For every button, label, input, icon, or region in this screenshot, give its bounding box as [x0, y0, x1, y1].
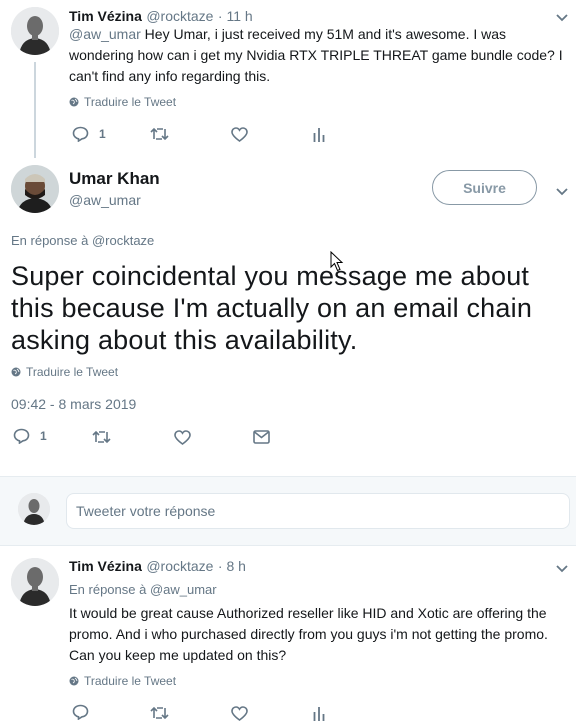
follow-button[interactable]: Suivre	[432, 170, 537, 205]
reply-button[interactable]	[72, 704, 89, 720]
reply-icon	[72, 704, 89, 720]
reply-to-link[interactable]: @rocktaze	[92, 233, 154, 248]
like-button[interactable]	[174, 430, 191, 445]
avatar-umar[interactable]	[11, 165, 59, 213]
translate-link[interactable]: Traduire le Tweet	[69, 674, 176, 688]
mention-link[interactable]: @aw_umar	[69, 26, 141, 42]
retweet-button[interactable]	[92, 430, 111, 444]
reply-icon	[13, 428, 30, 444]
retweet-icon	[150, 127, 169, 141]
reply-placeholder: Tweeter votre réponse	[76, 503, 216, 519]
avatar-tim[interactable]	[11, 558, 59, 606]
retweet-icon	[150, 706, 169, 720]
tweet-timestamp[interactable]: 09:42 - 8 mars 2019	[11, 396, 136, 412]
direct-message-button[interactable]	[253, 430, 270, 444]
tweet-header: Tim Vézina @rocktaze · 8 h	[69, 558, 246, 576]
tweet-text: @aw_umar Hey Umar, i just received my 51…	[69, 26, 563, 84]
avatar-tim[interactable]	[11, 7, 59, 55]
translate-label: Traduire le Tweet	[26, 365, 119, 379]
translate-label: Traduire le Tweet	[84, 674, 177, 688]
tweet-text: It would be great cause Authorized resel…	[69, 605, 548, 663]
chevron-down-icon[interactable]	[555, 184, 569, 202]
analytics-icon	[313, 128, 325, 142]
retweet-button[interactable]	[150, 706, 169, 720]
like-icon	[231, 706, 248, 721]
mouse-cursor-icon	[330, 250, 344, 277]
analytics-button[interactable]	[313, 706, 325, 721]
like-icon	[231, 127, 248, 142]
retweet-icon	[92, 430, 111, 444]
globe-icon	[69, 97, 79, 107]
reply-composer: Tweeter votre réponse	[0, 477, 576, 545]
like-button[interactable]	[231, 127, 248, 142]
reply-button[interactable]: 1	[13, 428, 47, 444]
like-button[interactable]	[231, 706, 248, 721]
retweet-button[interactable]	[150, 127, 169, 141]
reply-context: En réponse à @rocktaze	[11, 233, 155, 248]
reply-context: En réponse à @aw_umar	[69, 582, 217, 597]
follow-label: Suivre	[463, 179, 506, 196]
like-icon	[174, 430, 191, 445]
globe-icon	[11, 367, 21, 377]
message-icon	[253, 430, 270, 444]
author-handle[interactable]: @rocktaze	[146, 8, 213, 24]
chevron-down-icon[interactable]	[555, 561, 569, 579]
thread-line	[34, 62, 36, 158]
translate-link[interactable]: Traduire le Tweet	[69, 95, 176, 109]
author-name[interactable]: Tim Vézina	[69, 558, 142, 574]
author-name[interactable]: Umar Khan	[69, 169, 160, 189]
author-name[interactable]: Tim Vézina	[69, 8, 142, 24]
globe-icon	[69, 676, 79, 686]
divider	[0, 545, 576, 546]
analytics-icon	[313, 707, 325, 721]
analytics-button[interactable]	[313, 127, 325, 142]
reply-input[interactable]: Tweeter votre réponse	[66, 493, 570, 529]
translate-link[interactable]: Traduire le Tweet	[11, 365, 118, 379]
reply-count: 1	[40, 429, 47, 443]
translate-label: Traduire le Tweet	[84, 95, 177, 109]
tweet-time[interactable]: · 8 h	[218, 558, 246, 574]
author-handle[interactable]: @rocktaze	[146, 558, 213, 574]
reply-count: 1	[99, 127, 106, 141]
reply-icon	[72, 126, 89, 142]
reply-to-link[interactable]: @aw_umar	[150, 582, 217, 597]
main-tweet-text: Super coincidental you message me about …	[11, 261, 533, 355]
tweet-time[interactable]: · 11 h	[218, 8, 253, 24]
reply-button[interactable]: 1	[72, 126, 106, 142]
author-handle[interactable]: @aw_umar	[69, 192, 141, 208]
avatar-current-user	[18, 493, 50, 525]
